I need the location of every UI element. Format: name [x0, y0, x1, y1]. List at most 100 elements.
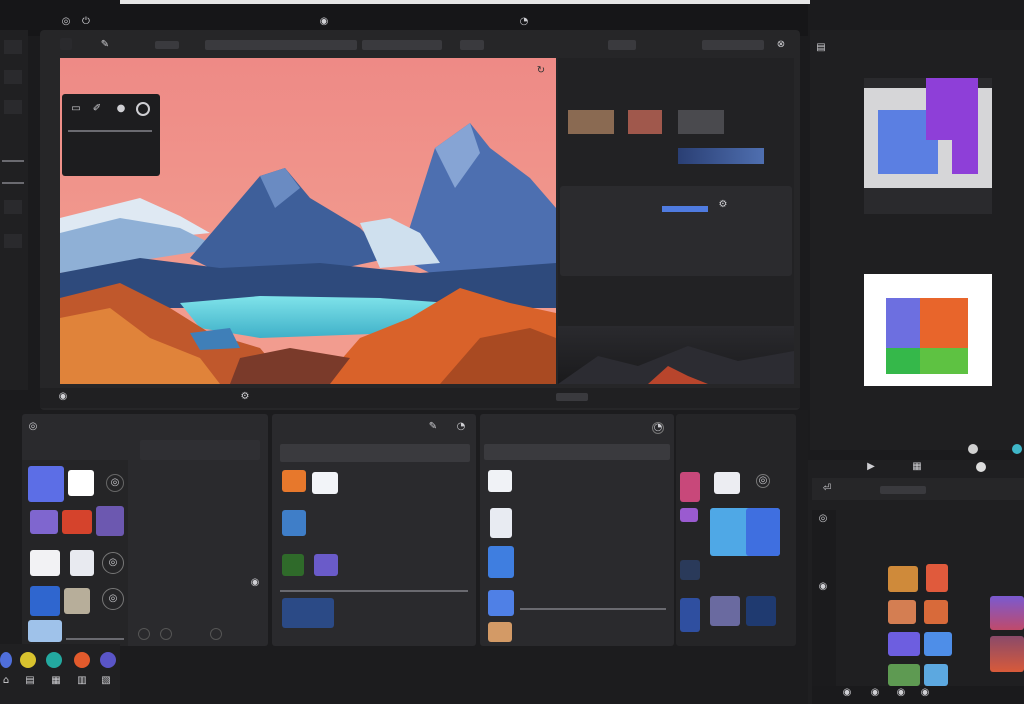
br-back-icon[interactable]: ⏎	[822, 484, 832, 494]
app-icon-purple[interactable]	[100, 652, 116, 668]
status-icon-2[interactable]: ⚙	[240, 392, 250, 402]
pencil-icon[interactable]: ✐	[90, 102, 104, 116]
toolbar-field-2[interactable]	[205, 40, 357, 50]
bell-icon[interactable]: ◉	[318, 16, 330, 28]
app-icon-yellow[interactable]	[20, 652, 36, 668]
popup-slider[interactable]	[68, 130, 152, 132]
left-rail-thumb-1[interactable]	[4, 40, 22, 54]
inspector-thumb-1[interactable]	[568, 110, 614, 134]
toolbar-grip[interactable]	[60, 38, 72, 50]
br-grid-icon[interactable]: ▦	[912, 462, 922, 472]
br-swatch-green[interactable]	[888, 664, 920, 686]
swatch-blue[interactable]	[28, 466, 64, 502]
app-icon-teal[interactable]	[46, 652, 62, 668]
br-swatch-red[interactable]	[926, 564, 948, 592]
br-toolbar-field[interactable]	[880, 486, 926, 494]
preview-card-2[interactable]	[864, 274, 992, 386]
toolbar-field-5[interactable]	[608, 40, 636, 50]
panel-three-white-2[interactable]	[490, 508, 512, 538]
br-footer-icon-3[interactable]: ◉	[896, 688, 906, 698]
br-image-sunset[interactable]	[990, 636, 1024, 672]
br-play-icon[interactable]: ▶	[866, 462, 876, 472]
status-field[interactable]	[556, 393, 588, 401]
app-icon-blue[interactable]	[0, 652, 12, 668]
panel-two-blue[interactable]	[282, 510, 306, 536]
left-rail-thumb-5[interactable]	[4, 234, 22, 248]
colors-ring-icon[interactable]: ◉	[250, 578, 260, 588]
dock-label-icon-4[interactable]: ▥	[76, 676, 88, 686]
pen-icon[interactable]: ▭	[68, 102, 84, 116]
panel-two-navy[interactable]	[282, 598, 334, 628]
panel-two-pin-icon[interactable]: ◔	[456, 422, 466, 432]
toolbar-field-6[interactable]	[702, 40, 764, 50]
br-side-icon-2[interactable]: ◉	[818, 582, 828, 592]
panel-two-pencil-icon[interactable]: ✎	[428, 422, 438, 432]
panel-three-header[interactable]	[484, 444, 670, 460]
swatch-ring-icon-2[interactable]: ◎	[102, 588, 124, 610]
grid-thumb-sunset[interactable]	[710, 596, 740, 626]
grid-thumb-white[interactable]	[714, 472, 740, 494]
panel-two-search[interactable]	[280, 444, 470, 462]
left-rail-thumb-4[interactable]	[4, 200, 22, 214]
swatch-settings-icon[interactable]: ◎	[106, 474, 124, 492]
panel-three-blue[interactable]	[488, 546, 514, 578]
swatch-lavender[interactable]	[30, 510, 58, 534]
inspector-thumb-3[interactable]	[678, 110, 724, 134]
panel-three-tan[interactable]	[488, 622, 512, 642]
inspector-gradient-bar[interactable]	[678, 148, 764, 164]
inspector-thumb-2[interactable]	[628, 110, 662, 134]
refresh-icon[interactable]: ↻	[534, 64, 548, 78]
preview-card-1[interactable]	[864, 78, 992, 214]
left-rail-thumb-3[interactable]	[4, 100, 22, 114]
br-footer-icon-1[interactable]: ◉	[842, 688, 852, 698]
swatch-red[interactable]	[62, 510, 92, 534]
globe-icon[interactable]: ◎	[60, 16, 72, 28]
br-toggle-icon[interactable]	[976, 462, 986, 472]
br-image-purple[interactable]	[990, 596, 1024, 630]
brush-icon[interactable]: ✎	[96, 40, 114, 50]
file-icon[interactable]: ▤	[816, 42, 826, 54]
panel-two-slider[interactable]	[280, 590, 468, 592]
swatch-white[interactable]	[68, 470, 94, 496]
panel-three-blue-2[interactable]	[488, 590, 514, 616]
panel-two-purple[interactable]	[314, 554, 338, 576]
colors-dot-2[interactable]	[160, 628, 172, 640]
panel-two-white[interactable]	[312, 472, 338, 494]
grid-thumb-blue[interactable]	[746, 508, 780, 556]
grid-thumb-deep[interactable]	[746, 596, 776, 626]
left-rail-thumb-2[interactable]	[4, 70, 22, 84]
status-icon-1[interactable]: ◉	[58, 392, 68, 402]
colors-dot-3[interactable]	[210, 628, 222, 640]
toolbar-field-3[interactable]	[362, 40, 442, 50]
app-icon-red[interactable]	[74, 652, 90, 668]
panel-two-orange[interactable]	[282, 470, 306, 492]
br-side-icon-1[interactable]: ◎	[818, 514, 828, 524]
grid-thumb-dark[interactable]	[680, 560, 700, 580]
toolbar-field-1[interactable]	[155, 41, 179, 49]
colors-slider[interactable]	[66, 638, 124, 640]
br-swatch-violet[interactable]	[888, 632, 920, 656]
swatch-white-2[interactable]	[30, 550, 60, 576]
colors-preview-field[interactable]	[140, 440, 260, 460]
swatch-violet[interactable]	[96, 506, 124, 536]
grid-thumb-pink[interactable]	[680, 472, 700, 502]
grid-thumb-purple[interactable]	[680, 508, 698, 522]
br-swatch-blue[interactable]	[924, 632, 952, 656]
panel-two-green[interactable]	[282, 554, 304, 576]
dock-label-icon-3[interactable]: ▦	[50, 676, 62, 686]
status-dot-icon[interactable]	[1012, 444, 1022, 454]
br-swatch-rust[interactable]	[924, 600, 948, 624]
br-footer-icon-4[interactable]: ◉	[920, 688, 930, 698]
dock-label-icon-5[interactable]: ▧	[100, 676, 112, 686]
user-icon[interactable]: ◔	[518, 16, 530, 28]
swatch-sand[interactable]	[64, 588, 90, 614]
inspector-progress[interactable]	[662, 206, 708, 212]
swatch-ring-icon[interactable]: ◎	[102, 552, 124, 574]
palette-icon[interactable]: ◎	[28, 422, 38, 432]
dock-label-icon-2[interactable]: ▤	[24, 676, 36, 686]
swatch-royal-blue[interactable]	[30, 586, 60, 616]
close-icon[interactable]: ⊗	[776, 40, 786, 50]
br-swatch-sky[interactable]	[924, 664, 948, 686]
swatch-white-3[interactable]	[70, 550, 94, 576]
power-icon[interactable]: ⏻	[80, 16, 92, 28]
